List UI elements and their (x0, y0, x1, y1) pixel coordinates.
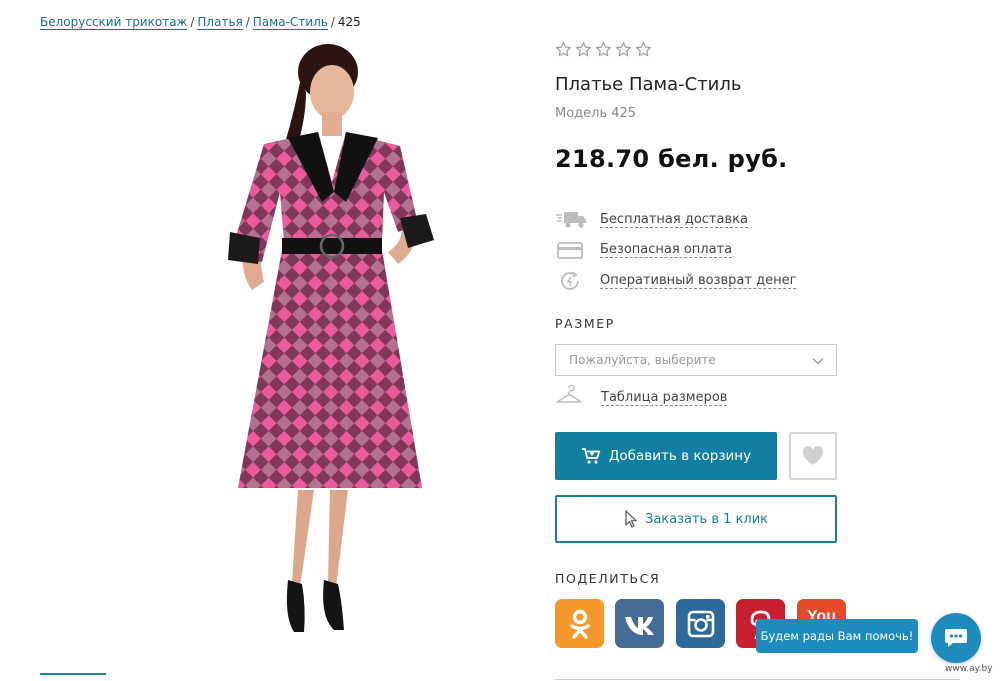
feature-free-delivery[interactable]: Бесплатная доставка (555, 207, 748, 233)
truck-icon (555, 208, 587, 232)
wishlist-button[interactable] (789, 432, 837, 480)
share-heading: ПОДЕЛИТЬСЯ (555, 571, 661, 586)
add-to-cart-button[interactable]: Добавить в корзину (555, 432, 777, 480)
product-image[interactable] (222, 42, 438, 636)
size-table-label: Таблица размеров (601, 390, 728, 406)
star-icon[interactable] (615, 41, 632, 58)
vkontakte-share-button[interactable] (615, 599, 664, 648)
divider (555, 679, 960, 680)
breadcrumb-separator: / (245, 15, 250, 29)
breadcrumb: Белорусский трикотаж / Платья / Пама-Стиль/4… (40, 15, 361, 30)
instagram-icon (687, 610, 714, 637)
watermark: www.ay.by (945, 664, 993, 674)
cursor-icon (625, 510, 637, 528)
breadcrumb-link-belarusian-knitwear[interactable]: Белорусский трикотаж (40, 15, 188, 30)
breadcrumb-current: 425 (337, 15, 361, 29)
breadcrumb-link-brand[interactable]: Пама-Стиль (252, 15, 328, 30)
chevron-down-icon (812, 358, 824, 365)
feature-label: Бесплатная доставка (600, 212, 748, 228)
odnoklassniki-share-button[interactable] (555, 599, 604, 648)
feature-money-return[interactable]: Оперативный возврат денег (555, 268, 797, 294)
money-return-icon (555, 269, 587, 293)
star-icon[interactable] (595, 41, 612, 58)
breadcrumb-separator: / (330, 15, 335, 29)
hanger-icon (555, 384, 583, 411)
chat-greeting-bubble[interactable]: Будем рады Вам помочь! (756, 619, 918, 653)
star-icon[interactable] (635, 41, 652, 58)
cart-icon (581, 448, 601, 464)
one-click-order-button[interactable]: Заказать в 1 клик (555, 495, 837, 543)
size-table-link[interactable]: Таблица размеров (555, 384, 728, 411)
star-icon[interactable] (575, 41, 592, 58)
heart-icon (802, 445, 824, 465)
size-select[interactable]: Пожалуйста, выберите (555, 344, 837, 376)
product-model: Модель 425 (555, 106, 637, 121)
chat-open-button[interactable] (931, 613, 981, 663)
vk-icon (624, 616, 654, 635)
instagram-share-button[interactable] (676, 599, 725, 648)
breadcrumb-separator: / (190, 15, 195, 29)
breadcrumb-link-dresses[interactable]: Платья (197, 15, 243, 30)
image-thumbnail-indicator[interactable] (40, 673, 106, 675)
odnoklassniki-icon (569, 609, 590, 639)
product-title: Платье Пама-Стиль (555, 74, 742, 95)
chat-icon (945, 629, 967, 647)
product-price: 218.70 бел. руб. (555, 145, 788, 173)
one-click-label: Заказать в 1 клик (644, 511, 769, 527)
rating-stars[interactable] (555, 41, 652, 58)
size-select-placeholder: Пожалуйста, выберите (569, 353, 716, 367)
feature-label: Безопасная оплата (600, 242, 733, 258)
credit-card-icon (555, 238, 587, 262)
feature-label: Оперативный возврат денег (600, 273, 797, 289)
add-to-cart-label: Добавить в корзину (608, 448, 752, 464)
size-heading: РАЗМЕР (555, 316, 615, 331)
star-icon[interactable] (555, 41, 572, 58)
feature-secure-payment[interactable]: Безопасная оплата (555, 237, 733, 263)
